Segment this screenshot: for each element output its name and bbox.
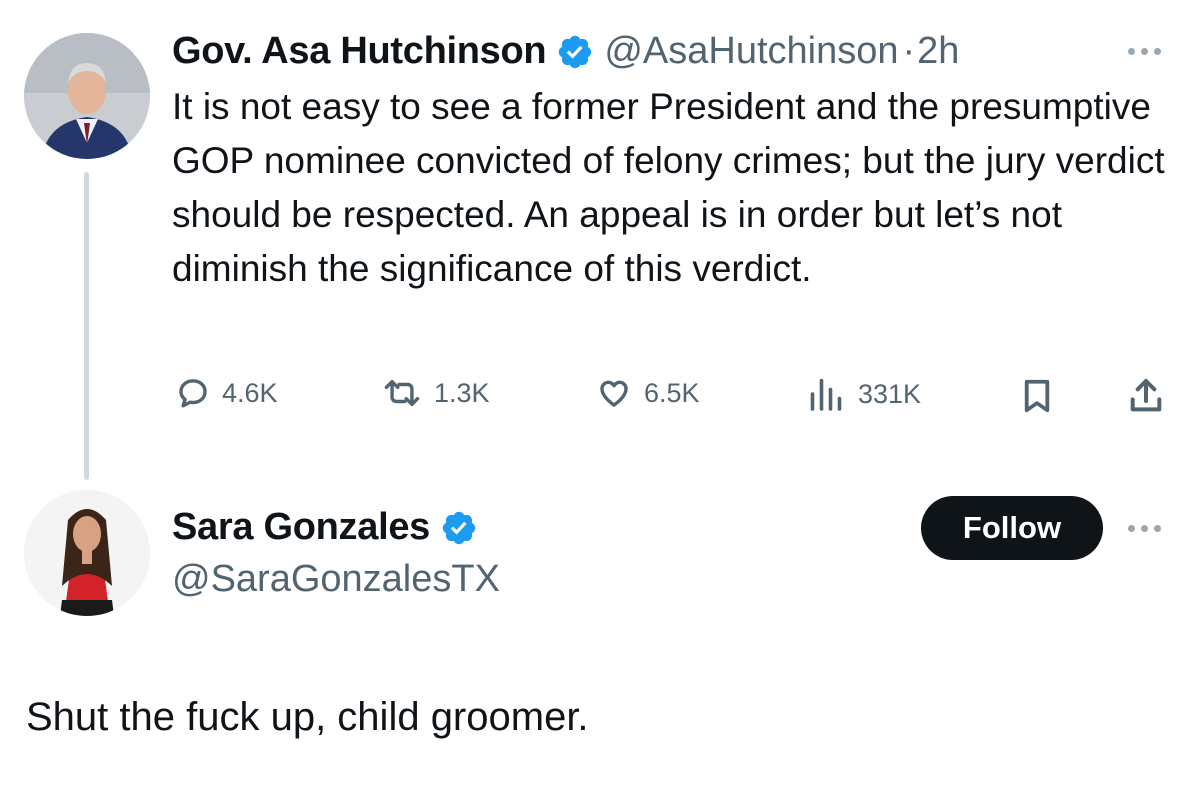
bookmark-icon — [1024, 379, 1050, 413]
reply-author-avatar[interactable] — [24, 490, 150, 616]
like-icon — [600, 380, 628, 407]
reply-icon — [179, 379, 207, 408]
share-button[interactable] — [1126, 376, 1166, 416]
tweet-header: Gov. Asa Hutchinson @AsaHutchinson · 2h — [172, 30, 959, 73]
reply-text: Shut the fuck up, child groomer. — [26, 695, 589, 739]
avatar-image — [24, 33, 150, 159]
more-icon[interactable] — [1128, 521, 1176, 535]
verified-icon — [442, 511, 476, 544]
time-separator: · — [902, 30, 916, 72]
like-button[interactable]: 6.5K — [596, 376, 700, 410]
reply-author-name[interactable]: Sara Gonzales — [172, 506, 430, 549]
reply-avatar-image — [24, 490, 150, 616]
reply-button[interactable]: 4.6K — [176, 376, 278, 410]
views-count: 331K — [858, 378, 922, 409]
reply-header: Sara Gonzales — [172, 506, 478, 549]
follow-button[interactable]: Follow — [921, 496, 1103, 560]
views-button[interactable]: 331K — [806, 376, 921, 412]
thread-line — [84, 172, 89, 480]
reply-author-handle[interactable]: @SaraGonzalesTX — [172, 558, 500, 601]
author-handle[interactable]: @AsaHutchinson — [604, 30, 898, 73]
tweet-text: It is not easy to see a former President… — [172, 86, 1165, 289]
more-icon[interactable] — [1128, 44, 1176, 58]
reply-count: 4.6K — [222, 377, 278, 408]
author-name[interactable]: Gov. Asa Hutchinson — [172, 30, 547, 73]
repost-button[interactable]: 1.3K — [382, 376, 490, 410]
bookmark-button[interactable] — [1018, 376, 1056, 416]
tweet-time[interactable]: 2h — [917, 30, 959, 73]
repost-count: 1.3K — [434, 377, 490, 408]
share-icon — [1130, 379, 1162, 412]
repost-icon — [384, 379, 420, 407]
views-icon — [810, 378, 842, 411]
like-count: 6.5K — [644, 377, 700, 408]
verified-icon — [559, 35, 592, 68]
author-avatar[interactable] — [24, 33, 150, 159]
